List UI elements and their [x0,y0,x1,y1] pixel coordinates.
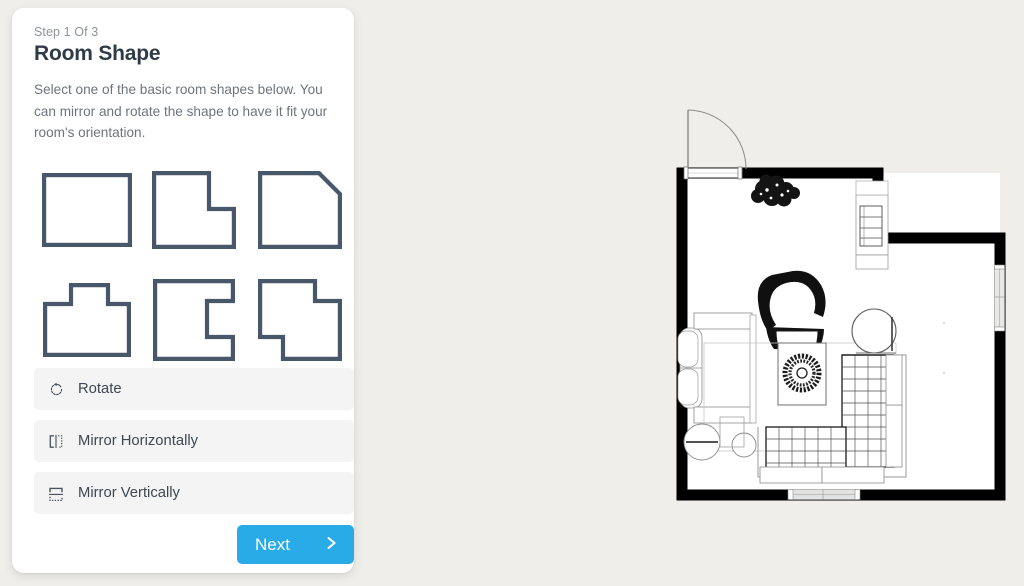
page-title: Room Shape [34,42,161,65]
shape-transform-actions: Rotate Mirror Horizontally Mirror Vertic… [34,368,354,524]
shape-option-rectangle[interactable] [34,155,141,265]
rotate-button[interactable]: Rotate [34,368,354,410]
mirror-horizontally-button[interactable]: Mirror Horizontally [34,420,354,462]
mirror-horizontally-label: Mirror Horizontally [78,433,199,449]
coffee-table [777,342,827,406]
entry-door [683,109,747,180]
round-side-table [683,423,721,461]
mirror-horizontal-icon [34,434,78,449]
right-wall-window [994,264,1005,332]
chevron-right-icon [326,535,338,554]
shape-option-l-shape[interactable] [141,155,248,265]
next-button[interactable]: Next [237,525,354,564]
shape-option-c-shape[interactable] [141,265,248,375]
next-button-label: Next [255,534,290,554]
step-indicator: Step 1 Of 3 [34,25,99,39]
bookshelf-unit [855,180,889,270]
rotate-icon [34,382,78,397]
rotate-label: Rotate [78,381,122,397]
shape-option-z-shape[interactable] [247,265,354,375]
panel-description: Select one of the basic room shapes belo… [34,82,328,140]
mirror-vertically-label: Mirror Vertically [78,485,180,501]
room-floor-plan-preview [660,105,1024,515]
shape-option-chamfered-corner[interactable] [247,155,354,265]
shape-option-t-shape[interactable] [34,265,141,375]
sofa [677,312,757,424]
bottom-wall-window [787,489,861,500]
room-shape-wizard-panel: Step 1 Of 3 Room Shape Select one of the… [12,8,354,573]
mirror-vertically-button[interactable]: Mirror Vertically [34,472,354,514]
mirror-vertical-icon [34,486,78,501]
shape-selection-grid [34,155,354,375]
round-accent-table [851,308,897,354]
